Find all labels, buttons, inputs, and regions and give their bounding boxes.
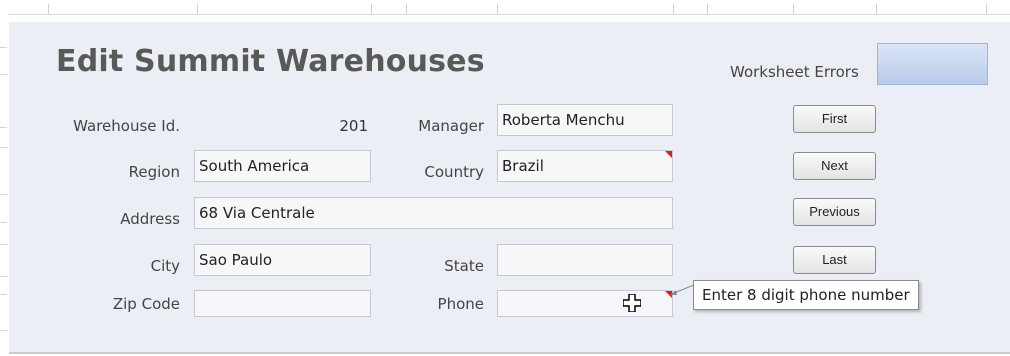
crosshair-cursor-icon [623, 294, 641, 312]
phone-label: Phone [437, 295, 484, 313]
state-field[interactable] [497, 244, 673, 276]
region-label: Region [128, 163, 180, 181]
next-button[interactable]: Next [793, 152, 876, 180]
country-field[interactable]: Brazil [497, 150, 673, 182]
first-button[interactable]: First [793, 105, 876, 133]
address-field[interactable]: 68 Via Centrale [194, 197, 673, 229]
country-label: Country [424, 163, 484, 181]
country-value: Brazil [502, 157, 544, 175]
warehouse-id-value: 201 [339, 117, 368, 135]
red-triangle-icon [665, 151, 672, 158]
address-label: Address [120, 210, 180, 228]
last-button[interactable]: Last [793, 246, 876, 274]
worksheet-errors-button[interactable] [877, 43, 988, 85]
sheet-column-header [0, 0, 1010, 15]
page-title: Edit Summit Warehouses [56, 44, 485, 79]
city-label: City [150, 257, 180, 275]
warehouse-id-label: Warehouse Id. [73, 117, 180, 135]
sheet-row-gutter [0, 14, 8, 356]
manager-label: Manager [418, 117, 484, 135]
manager-field[interactable]: Roberta Menchu [497, 104, 673, 136]
previous-button[interactable]: Previous [793, 198, 876, 226]
zip-code-label: Zip Code [112, 295, 180, 313]
phone-comment-tooltip: Enter 8 digit phone number [693, 280, 919, 310]
region-field[interactable]: South America [194, 150, 371, 182]
panel-bottom-border [9, 352, 1010, 354]
phone-field[interactable] [497, 290, 673, 317]
zip-code-field[interactable] [194, 290, 371, 317]
city-field[interactable]: Sao Paulo [194, 244, 371, 276]
state-label: State [444, 257, 484, 275]
worksheet-errors-label: Worksheet Errors [730, 63, 859, 81]
